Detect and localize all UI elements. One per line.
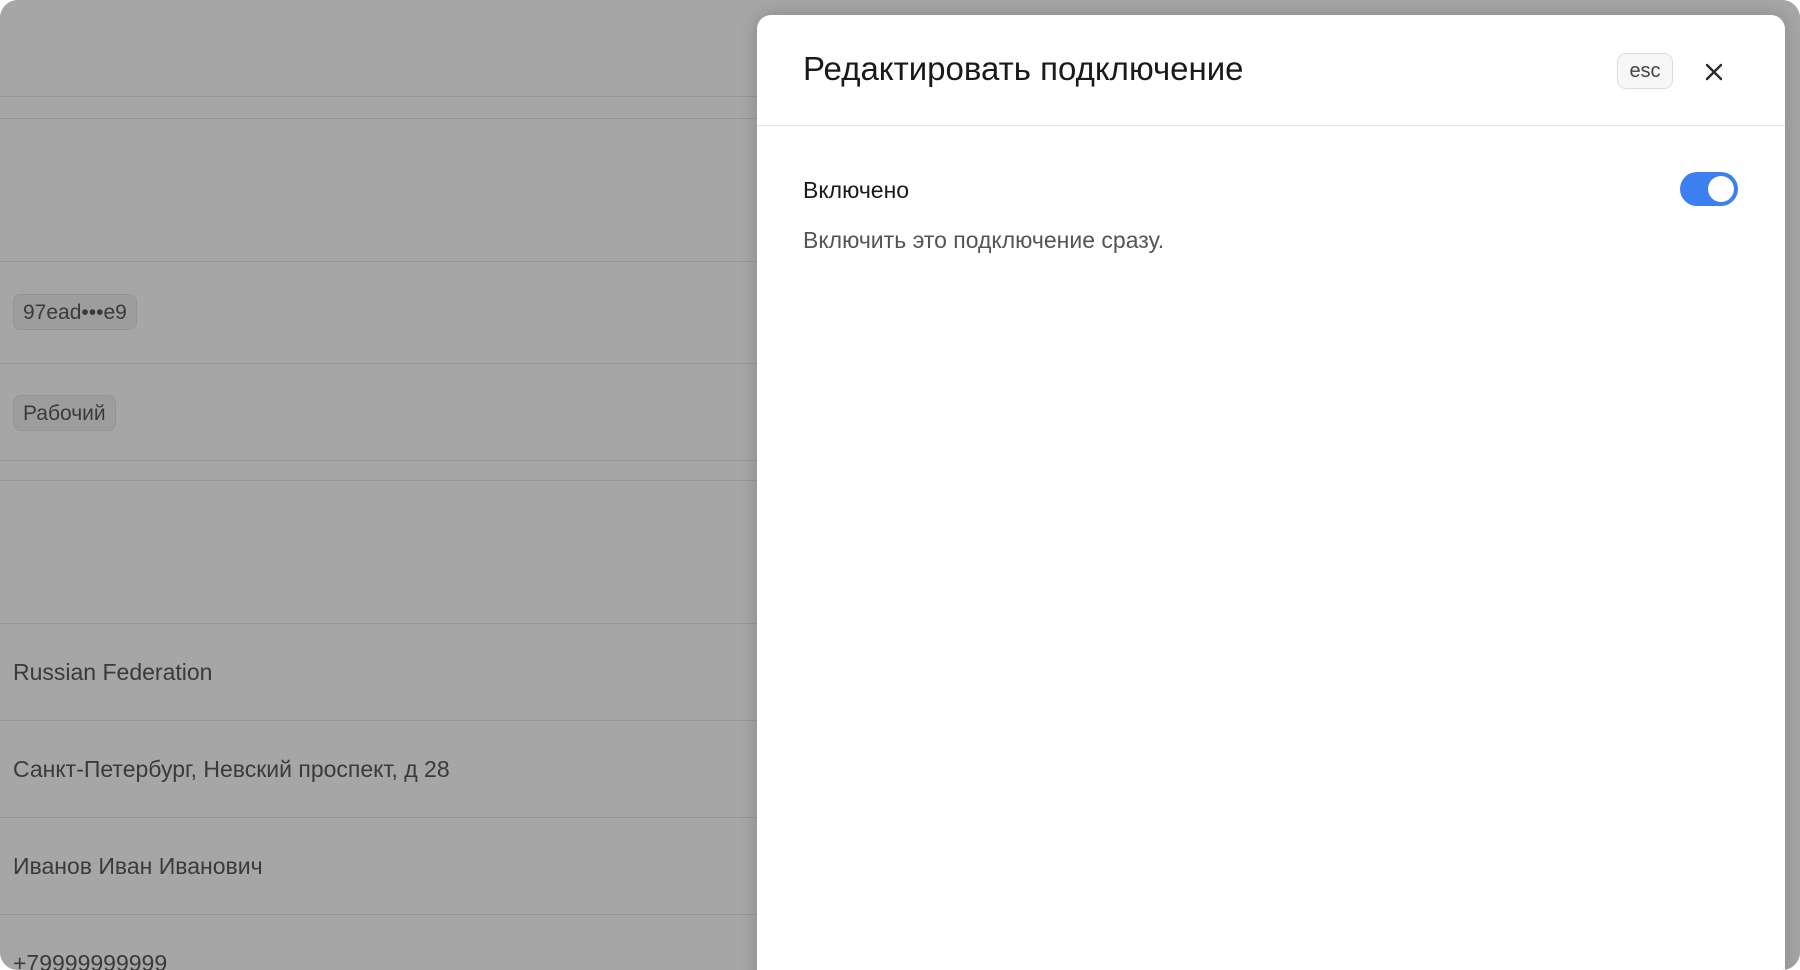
app-window: 97ead•••e9 Рабочий Russian Federation Са… — [0, 0, 1800, 970]
address-value: Санкт-Петербург, Невский проспект, д 28 — [13, 756, 450, 782]
phone-value: +79999999999 — [13, 950, 168, 970]
divider — [0, 118, 760, 119]
sheet-header: Редактировать подключение esc — [757, 15, 1785, 126]
toggle-knob — [1708, 176, 1734, 202]
close-button[interactable] — [1697, 55, 1731, 89]
tag-chip: Рабочий — [13, 395, 116, 431]
enabled-toggle[interactable] — [1680, 172, 1738, 206]
esc-shortcut-hint[interactable]: esc — [1617, 53, 1673, 89]
divider — [0, 720, 760, 721]
divider — [0, 623, 760, 624]
divider — [0, 817, 760, 818]
close-icon — [1705, 63, 1723, 81]
enabled-label: Включено — [803, 177, 910, 203]
divider — [0, 261, 760, 262]
divider — [0, 460, 760, 461]
edit-connection-sheet: Редактировать подключение esc Включено В… — [757, 15, 1785, 970]
divider — [0, 480, 760, 481]
sheet-title: Редактировать подключение — [803, 50, 1244, 87]
name-value: Иванов Иван Иванович — [13, 853, 263, 879]
country-value: Russian Federation — [13, 659, 213, 685]
enabled-description: Включить это подключение сразу. — [803, 227, 1165, 253]
divider — [0, 363, 760, 364]
divider — [0, 914, 760, 915]
id-chip: 97ead•••e9 — [13, 294, 137, 330]
divider — [0, 96, 760, 97]
